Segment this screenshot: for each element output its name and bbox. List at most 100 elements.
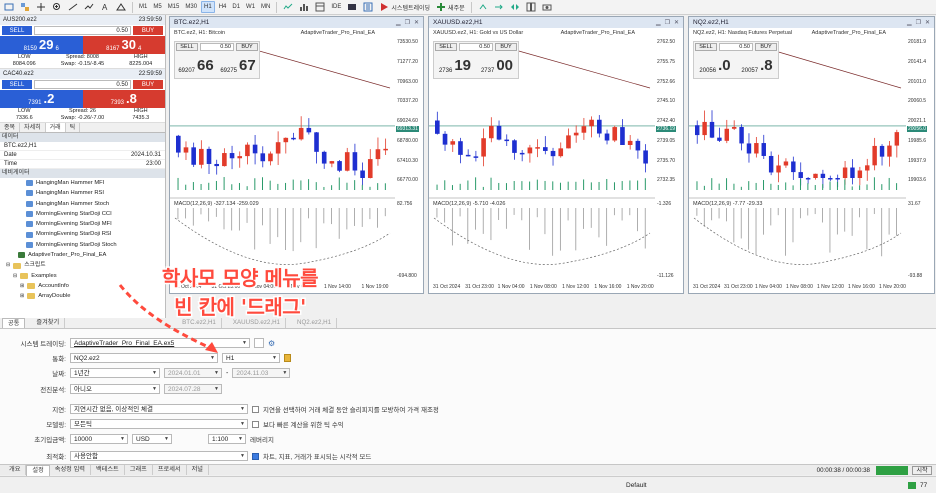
timeframe-m5[interactable]: M5	[151, 1, 163, 13]
bid-price[interactable]: 8159 29 6	[0, 36, 83, 54]
minimize-icon[interactable]: ▁	[907, 19, 912, 26]
bid-price[interactable]: 20056.0	[694, 52, 736, 78]
nav-item[interactable]: MorningEvening StarDoji RSI	[26, 229, 165, 239]
chart-titlebar[interactable]: BTC.ez2,H1 ▁ ❐ ✕	[170, 17, 423, 28]
modelling-select[interactable]: 모든틱 ▼	[70, 419, 248, 429]
buy-button[interactable]: BUY	[755, 43, 777, 51]
screenshot-icon[interactable]	[540, 1, 554, 13]
minimize-icon[interactable]: ▁	[396, 19, 401, 26]
maximize-icon[interactable]: ❐	[916, 19, 921, 26]
tab-overview[interactable]: 개요	[4, 465, 27, 475]
new-chart-icon[interactable]	[2, 1, 16, 13]
tab-agents[interactable]: 프로세서	[153, 465, 187, 475]
close-icon[interactable]: ✕	[925, 19, 930, 26]
timeframe-h1[interactable]: H1	[201, 1, 215, 13]
tile-windows-icon[interactable]	[524, 1, 538, 13]
edit-expert-icon[interactable]	[254, 338, 264, 348]
chart-titlebar[interactable]: NQ2.ez2,H1 ▁ ❐ ✕	[689, 17, 934, 28]
text-tool-icon[interactable]: A	[98, 1, 112, 13]
profiles-icon[interactable]	[18, 1, 32, 13]
buy-sell-icon[interactable]	[476, 1, 490, 13]
deposit-input[interactable]: 10000 ▼	[70, 434, 128, 444]
minimize-icon[interactable]: ▁	[656, 19, 661, 26]
bid-price[interactable]: 69207 66	[175, 52, 217, 78]
forward-date-input[interactable]: 2024.07.28 ▼	[164, 384, 222, 394]
zoom-in-icon[interactable]	[50, 1, 64, 13]
buy-button[interactable]: BUY	[495, 43, 517, 51]
ask-price[interactable]: 8167 30 4	[82, 36, 165, 54]
close-icon[interactable]: ✕	[414, 19, 419, 26]
ask-price[interactable]: 69275 67	[217, 52, 259, 78]
nav-item[interactable]: HangingMan Hammer RSI	[26, 188, 165, 198]
timeframe-m1[interactable]: M1	[137, 1, 149, 13]
ask-price[interactable]: 2737 00	[476, 52, 518, 78]
chart-shift-icon[interactable]	[508, 1, 522, 13]
lot-input[interactable]: 0.50	[459, 43, 493, 51]
tab-details[interactable]: 자세히	[20, 123, 46, 132]
delays-select[interactable]: 지연시간 없음, 이상적인 체결 ▼	[70, 404, 248, 414]
sell-button[interactable]: SELL	[435, 43, 457, 51]
timeframe-m30[interactable]: M30	[183, 1, 199, 13]
date-to-input[interactable]: 2024.11.03 ▼	[232, 368, 291, 378]
terminal-icon[interactable]	[345, 1, 359, 13]
trend-tool-icon[interactable]	[82, 1, 96, 13]
ask-price[interactable]: 20057.8	[736, 52, 778, 78]
maximize-icon[interactable]: ❐	[665, 19, 670, 26]
timeframe-m15[interactable]: M15	[166, 1, 182, 13]
tab-symbols[interactable]: 종목	[0, 123, 21, 132]
start-button[interactable]: 시작	[912, 465, 932, 475]
tab-backtest[interactable]: 백테스트	[91, 465, 125, 475]
chart-window[interactable]: NQ2.ez2,H1 ▁ ❐ ✕ NQ2.ez2, H1: Nasdaq Futur…	[688, 16, 935, 294]
sell-button[interactable]: SELL	[2, 80, 32, 89]
algo-trading-button[interactable]: 시스템트레이딩	[377, 1, 432, 13]
visual-mode-checkbox[interactable]	[252, 452, 259, 460]
date-from-input[interactable]: 2024.01.01 ▼	[164, 368, 222, 378]
timeframe-h4[interactable]: H4	[217, 1, 229, 13]
nav-item[interactable]: HangingMan Hammer Stoch	[26, 199, 165, 209]
bid-price[interactable]: 7391.2	[0, 90, 83, 108]
chart-window[interactable]: BTC.ez2,H1 ▁ ❐ ✕ BTC.ez2, H1: Bitcoin Adap…	[169, 16, 424, 294]
timeframe-w1[interactable]: W1	[244, 1, 257, 13]
buy-button[interactable]: BUY	[236, 43, 258, 51]
indicators-icon[interactable]	[297, 1, 311, 13]
line-tool-icon[interactable]	[66, 1, 80, 13]
tab-graph[interactable]: 그래프	[125, 465, 153, 475]
forward-select[interactable]: 아니오 ▼	[70, 384, 160, 394]
lot-input[interactable]: 0.50	[200, 43, 234, 51]
sell-button[interactable]: SELL	[2, 26, 32, 35]
autoscroll-icon[interactable]	[492, 1, 506, 13]
lot-input[interactable]: 0.50	[719, 43, 753, 51]
template-icon[interactable]	[313, 1, 327, 13]
tab-inputs[interactable]: 속성정 입력	[50, 465, 91, 475]
date-range-select[interactable]: 1년간 ▼	[70, 368, 160, 378]
timeframe-d1[interactable]: D1	[230, 1, 242, 13]
nav-item[interactable]: MorningEvening StarDoji MFI	[26, 219, 165, 229]
tab-trading[interactable]: 거래	[45, 123, 66, 132]
ask-price[interactable]: 7393.8	[82, 90, 165, 108]
chart-titlebar[interactable]: XAUUSD.ez2,H1 ▁ ❐ ✕	[429, 17, 683, 28]
timeframe-mn[interactable]: MN	[259, 1, 272, 13]
sell-button[interactable]: SELL	[176, 43, 198, 51]
tab-settings[interactable]: 설정	[26, 464, 50, 476]
close-icon[interactable]: ✕	[674, 19, 679, 26]
chart-type-icon[interactable]	[281, 1, 295, 13]
buy-button[interactable]: BUY	[133, 80, 163, 89]
symbol-info-icon[interactable]	[284, 354, 291, 362]
leverage-select[interactable]: 1:100 ▼	[208, 434, 246, 444]
navigator-icon[interactable]	[361, 1, 375, 13]
period-select[interactable]: H1 ▼	[222, 353, 280, 363]
maximize-icon[interactable]: ❐	[405, 19, 410, 26]
sell-button[interactable]: SELL	[695, 43, 717, 51]
nav-item[interactable]: MorningEvening StarDoji Stoch	[26, 240, 165, 250]
lot-input[interactable]: 0.50	[34, 80, 131, 89]
lot-input[interactable]: 0.50	[34, 26, 131, 35]
ide-button[interactable]: IDE	[329, 1, 343, 13]
chart-window[interactable]: XAUUSD.ez2,H1 ▁ ❐ ✕ XAUUSD.ez2, H1: Gold v…	[428, 16, 684, 294]
profit-pips-checkbox[interactable]	[252, 420, 259, 428]
tab-common[interactable]: 공통	[2, 317, 26, 329]
tab-ticks[interactable]: 틱	[66, 123, 81, 132]
nav-item[interactable]: HangingMan Hammer MFI	[26, 178, 165, 188]
currency-select[interactable]: USD ▼	[132, 434, 172, 444]
bid-price[interactable]: 2736 19	[434, 52, 476, 78]
tab-journal[interactable]: 저널	[187, 465, 209, 475]
